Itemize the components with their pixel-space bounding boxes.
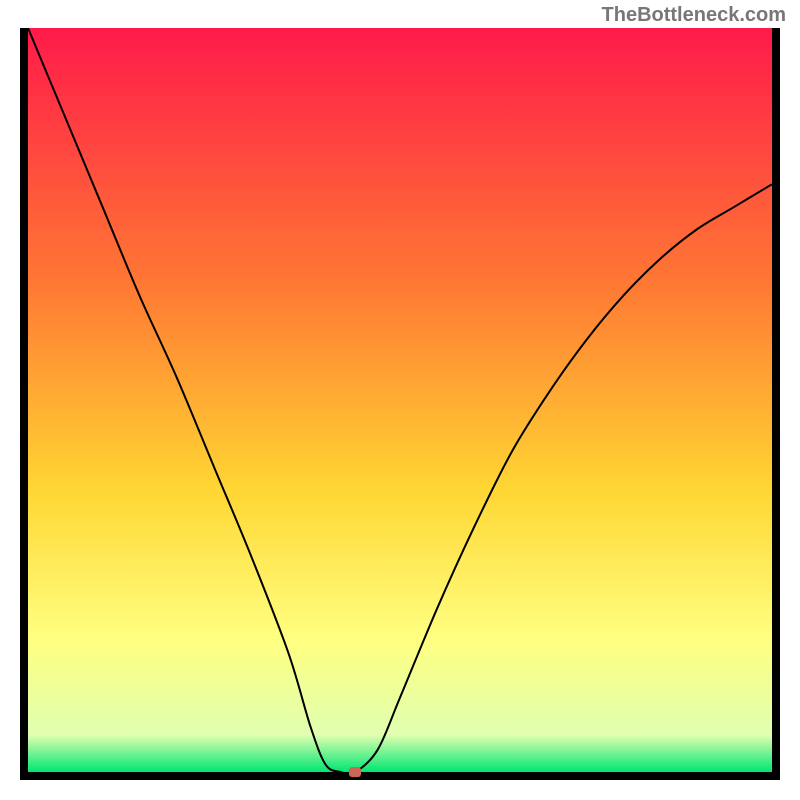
chart-marker <box>349 767 361 777</box>
watermark-text: TheBottleneck.com <box>602 4 786 27</box>
chart-container: TheBottleneck.com <box>0 0 800 800</box>
chart-plot-frame <box>20 28 780 780</box>
chart-curve <box>28 28 772 772</box>
